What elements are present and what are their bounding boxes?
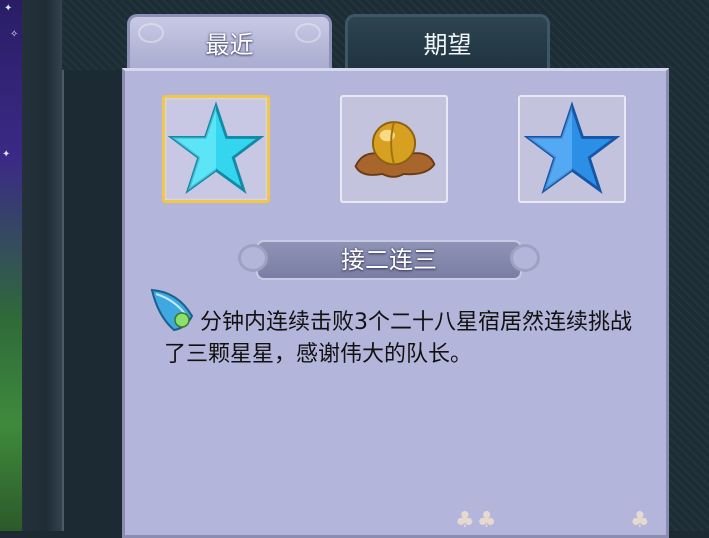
sparkle-icon: ✦ bbox=[4, 3, 13, 14]
achievement-title: 接二连三 bbox=[341, 246, 437, 274]
tab-expected[interactable]: 期望 bbox=[345, 14, 550, 70]
item-slot-cyan-star[interactable] bbox=[162, 95, 270, 203]
window-frame-left bbox=[22, 0, 64, 531]
blue-star-icon bbox=[524, 101, 620, 195]
paw-decoration-icon: ♣ bbox=[630, 508, 650, 533]
game-scene-strip: ✦ ✧ ✦ bbox=[0, 0, 22, 531]
item-slot-blue-star[interactable] bbox=[518, 95, 626, 203]
scroll-ornament-icon bbox=[138, 23, 164, 43]
tab-label: 期望 bbox=[423, 31, 472, 59]
window-frame-right bbox=[668, 70, 709, 531]
golden-orb-icon bbox=[354, 121, 436, 178]
item-slot-golden-orb[interactable] bbox=[340, 95, 448, 203]
achievement-title-banner: 接二连三 bbox=[238, 236, 540, 284]
achievement-description: 分钟内连续击败3个二十八星宿居然连续挑战了三颗星星，感谢伟大的队长。 bbox=[164, 310, 632, 367]
scroll-ornament-icon bbox=[295, 23, 321, 43]
tab-label: 最近 bbox=[205, 31, 254, 59]
tab-recent[interactable]: 最近 bbox=[127, 14, 332, 70]
sparkle-icon: ✦ bbox=[2, 149, 11, 160]
paw-decoration-icon: ♣♣ bbox=[455, 508, 499, 533]
cyan-star-icon bbox=[168, 101, 264, 195]
sparkle-icon: ✧ bbox=[10, 29, 19, 40]
